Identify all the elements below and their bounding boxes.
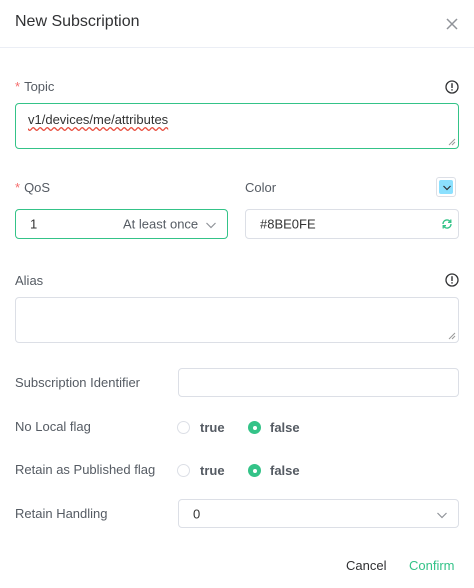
alias-label: Alias xyxy=(15,273,44,288)
qos-select[interactable]: 1 At least once xyxy=(15,209,228,239)
required-asterisk: * xyxy=(15,180,21,195)
color-picker-button[interactable] xyxy=(436,177,456,197)
alias-textarea[interactable] xyxy=(15,297,459,343)
color-swatch xyxy=(439,180,453,194)
retain-handling-value: 0 xyxy=(193,506,201,521)
color-label: Color xyxy=(245,180,277,195)
color-input[interactable]: #8BE0FE xyxy=(245,209,459,239)
retain-handling-label: Retain Handling xyxy=(15,506,108,521)
color-value: #8BE0FE xyxy=(260,216,316,232)
retain-as-published-true-label[interactable]: true xyxy=(200,463,225,478)
retain-as-published-true-radio[interactable] xyxy=(177,464,190,477)
refresh-icon[interactable] xyxy=(441,218,453,230)
info-icon[interactable] xyxy=(445,80,459,94)
no-local-false-radio[interactable] xyxy=(248,421,261,434)
topic-value: v1/devices/me/attributes xyxy=(28,112,169,127)
chevron-down-icon xyxy=(443,185,451,191)
confirm-button[interactable]: Confirm xyxy=(409,558,455,573)
close-icon[interactable] xyxy=(440,12,464,36)
subscription-identifier-input[interactable] xyxy=(178,368,459,397)
qos-description: At least once xyxy=(123,216,199,232)
resize-handle-icon[interactable] xyxy=(448,138,456,146)
info-icon[interactable] xyxy=(445,273,459,287)
retain-as-published-label: Retain as Published flag xyxy=(15,462,156,477)
no-local-true-label[interactable]: true xyxy=(200,420,225,435)
cancel-button[interactable]: Cancel xyxy=(346,558,386,573)
required-asterisk: * xyxy=(15,79,21,94)
no-local-label: No Local flag xyxy=(15,419,91,434)
dialog-header: New Subscription xyxy=(0,0,474,48)
no-local-true-radio[interactable] xyxy=(177,421,190,434)
qos-value: 1 xyxy=(30,216,38,232)
retain-as-published-false-label[interactable]: false xyxy=(270,463,300,478)
topic-label: * Topic xyxy=(15,79,55,94)
retain-as-published-false-radio[interactable] xyxy=(248,464,261,477)
resize-handle-icon[interactable] xyxy=(448,332,456,340)
no-local-false-label[interactable]: false xyxy=(270,420,300,435)
retain-handling-select[interactable]: 0 xyxy=(178,499,459,528)
chevron-down-icon xyxy=(437,512,447,519)
topic-textarea[interactable]: v1/devices/me/attributes xyxy=(15,103,459,149)
chevron-down-icon xyxy=(206,222,216,229)
dialog-title: New Subscription xyxy=(15,13,140,30)
subscription-identifier-label: Subscription Identifier xyxy=(15,375,141,390)
qos-label: * QoS xyxy=(15,180,51,195)
